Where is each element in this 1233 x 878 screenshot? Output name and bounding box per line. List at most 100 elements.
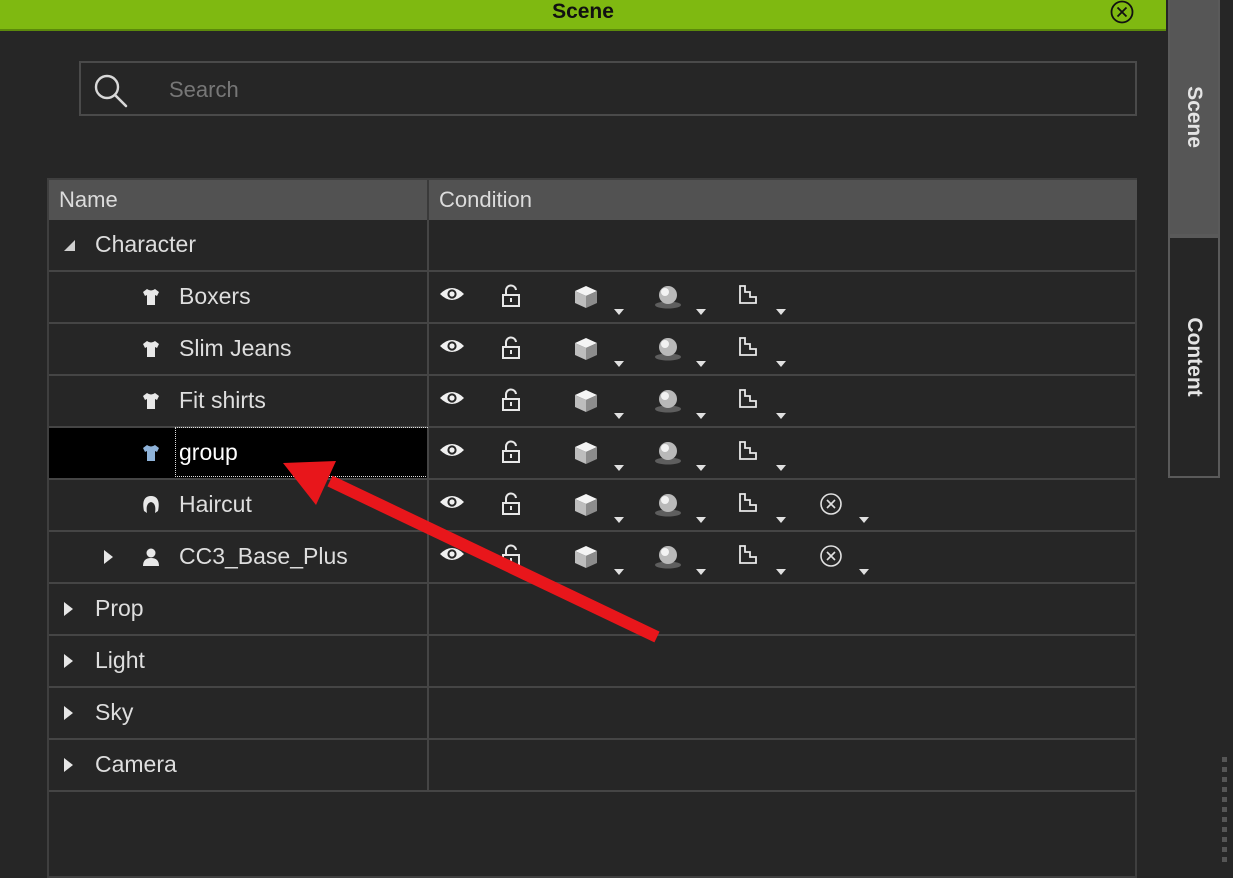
column-header-condition[interactable]: Condition — [439, 180, 532, 220]
tree-row-name-cell[interactable]: Light — [49, 636, 427, 686]
dropdown-caret-icon[interactable] — [614, 562, 624, 575]
unlock-icon[interactable] — [501, 544, 523, 573]
search-box[interactable] — [79, 61, 1137, 116]
dropdown-caret-icon[interactable] — [859, 510, 869, 523]
tree-row-name-cell[interactable]: CC3_Base_Plus — [49, 532, 427, 582]
step-icon[interactable] — [737, 440, 759, 467]
tree-row[interactable]: Sky — [49, 688, 1135, 740]
unlock-icon[interactable] — [501, 492, 523, 521]
condition-cell — [439, 584, 1129, 634]
dropdown-caret-icon[interactable] — [776, 562, 786, 575]
tree-row-name-cell[interactable]: Prop — [49, 584, 427, 634]
tree-row-name-cell[interactable]: group — [49, 427, 428, 478]
eye-icon[interactable] — [439, 388, 465, 413]
dropdown-caret-icon[interactable] — [614, 510, 624, 523]
dropdown-caret-icon[interactable] — [614, 354, 624, 367]
dropdown-caret-icon[interactable] — [614, 302, 624, 315]
search-input[interactable] — [167, 72, 1071, 108]
dropdown-caret-icon[interactable] — [776, 354, 786, 367]
tab-scene[interactable]: Scene — [1168, 0, 1220, 236]
cloth-icon — [141, 443, 161, 463]
tree-row[interactable]: Camera — [49, 740, 1135, 792]
cube-icon[interactable] — [573, 544, 599, 575]
tree-row-label: Prop — [95, 595, 144, 621]
tree-row[interactable]: group — [49, 427, 1135, 480]
step-icon[interactable] — [737, 388, 759, 415]
sphere-icon[interactable] — [653, 336, 683, 367]
step-icon[interactable] — [737, 284, 759, 311]
tree-row[interactable]: Haircut — [49, 480, 1135, 532]
unlock-icon[interactable] — [501, 388, 523, 417]
sphere-icon[interactable] — [653, 544, 683, 575]
tab-content[interactable]: Content — [1168, 236, 1220, 478]
sphere-icon[interactable] — [653, 440, 683, 471]
eye-icon[interactable] — [439, 284, 465, 309]
tree-row[interactable]: Light — [49, 636, 1135, 688]
dropdown-caret-icon[interactable] — [696, 458, 706, 471]
resize-grip[interactable] — [1222, 757, 1228, 867]
tree-row[interactable]: Slim Jeans — [49, 324, 1135, 376]
dropdown-caret-icon[interactable] — [696, 406, 706, 419]
unlock-icon[interactable] — [501, 440, 523, 469]
x-circle-icon[interactable] — [819, 544, 843, 573]
tree-row[interactable]: CC3_Base_Plus — [49, 532, 1135, 584]
condition-cell — [439, 220, 1129, 270]
cube-icon[interactable] — [573, 336, 599, 367]
side-tabs: Scene Content — [1166, 0, 1233, 869]
cube-icon[interactable] — [573, 284, 599, 315]
tree-row-label: CC3_Base_Plus — [179, 543, 348, 569]
sphere-icon[interactable] — [653, 492, 683, 523]
x-circle-icon[interactable] — [819, 492, 843, 521]
tree-row-name-cell[interactable]: Haircut — [49, 480, 427, 530]
tree-row-label: Boxers — [179, 283, 251, 309]
tree-row-name-cell[interactable]: Slim Jeans — [49, 324, 427, 374]
step-icon[interactable] — [737, 336, 759, 363]
tree-row[interactable]: Fit shirts — [49, 376, 1135, 428]
dropdown-caret-icon[interactable] — [776, 458, 786, 471]
dropdown-caret-icon[interactable] — [696, 562, 706, 575]
expand-triangle-icon[interactable] — [101, 549, 115, 565]
tree-row-name-cell[interactable]: Boxers — [49, 272, 427, 322]
tree-header: Name Condition — [49, 180, 1137, 220]
tree-row[interactable]: Boxers — [49, 272, 1135, 324]
dropdown-caret-icon[interactable] — [859, 562, 869, 575]
close-icon[interactable] — [1109, 0, 1135, 25]
dropdown-caret-icon[interactable] — [776, 510, 786, 523]
cube-icon[interactable] — [573, 388, 599, 419]
eye-icon[interactable] — [439, 492, 465, 517]
cloth-icon — [141, 391, 161, 411]
dropdown-caret-icon[interactable] — [696, 354, 706, 367]
tree-row-name-cell[interactable]: Camera — [49, 740, 427, 790]
step-icon[interactable] — [737, 492, 759, 519]
dropdown-caret-icon[interactable] — [614, 406, 624, 419]
unlock-icon[interactable] — [501, 284, 523, 313]
cube-icon[interactable] — [573, 492, 599, 523]
eye-icon[interactable] — [439, 440, 465, 465]
dropdown-caret-icon[interactable] — [614, 458, 624, 471]
tree-row-name-cell[interactable]: Sky — [49, 688, 427, 738]
tree-row[interactable]: Character — [49, 220, 1135, 272]
expand-triangle-icon[interactable] — [61, 757, 75, 773]
expand-triangle-icon[interactable] — [61, 705, 75, 721]
sphere-icon[interactable] — [653, 388, 683, 419]
expand-triangle-icon[interactable] — [61, 601, 75, 617]
tree-row-label: Slim Jeans — [179, 335, 292, 361]
column-header-name[interactable]: Name — [59, 180, 118, 220]
dropdown-caret-icon[interactable] — [696, 302, 706, 315]
eye-icon[interactable] — [439, 544, 465, 569]
tree-row-name-cell[interactable]: Character — [49, 220, 427, 270]
tree-row[interactable]: Prop — [49, 584, 1135, 636]
tree-row-name-cell[interactable]: Fit shirts — [49, 376, 427, 426]
dropdown-caret-icon[interactable] — [776, 302, 786, 315]
step-icon[interactable] — [737, 544, 759, 571]
eye-icon[interactable] — [439, 336, 465, 361]
dropdown-caret-icon[interactable] — [776, 406, 786, 419]
condition-cell — [439, 688, 1129, 738]
expand-triangle-icon[interactable] — [61, 653, 75, 669]
dropdown-caret-icon[interactable] — [696, 510, 706, 523]
condition-cell — [439, 428, 1129, 478]
cube-icon[interactable] — [573, 440, 599, 471]
collapse-triangle-icon[interactable] — [61, 237, 75, 253]
unlock-icon[interactable] — [501, 336, 523, 365]
sphere-icon[interactable] — [653, 284, 683, 315]
